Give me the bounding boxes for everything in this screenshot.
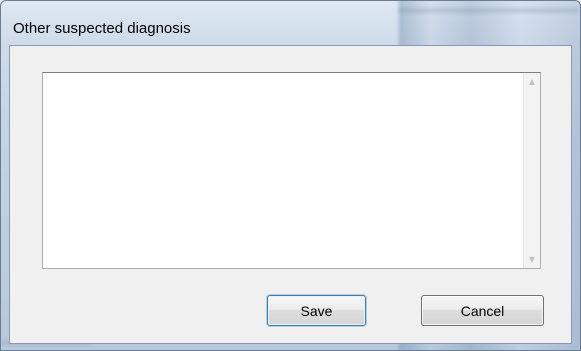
scroll-down-arrow-icon[interactable]: ▼ xyxy=(524,251,540,268)
dialog-client-area: ▲ ▼ Save Cancel xyxy=(9,45,572,344)
cancel-button[interactable]: Cancel xyxy=(421,295,544,326)
vertical-scrollbar[interactable]: ▲ ▼ xyxy=(523,73,540,268)
title-bar[interactable]: Other suspected diagnosis xyxy=(1,1,580,45)
diagnosis-textarea[interactable]: ▲ ▼ xyxy=(42,72,541,269)
scroll-up-arrow-icon[interactable]: ▲ xyxy=(524,73,540,90)
window-title: Other suspected diagnosis xyxy=(13,20,191,37)
save-button[interactable]: Save xyxy=(267,295,366,326)
dialog-window: Other suspected diagnosis ▲ ▼ Save Cance… xyxy=(0,0,581,351)
